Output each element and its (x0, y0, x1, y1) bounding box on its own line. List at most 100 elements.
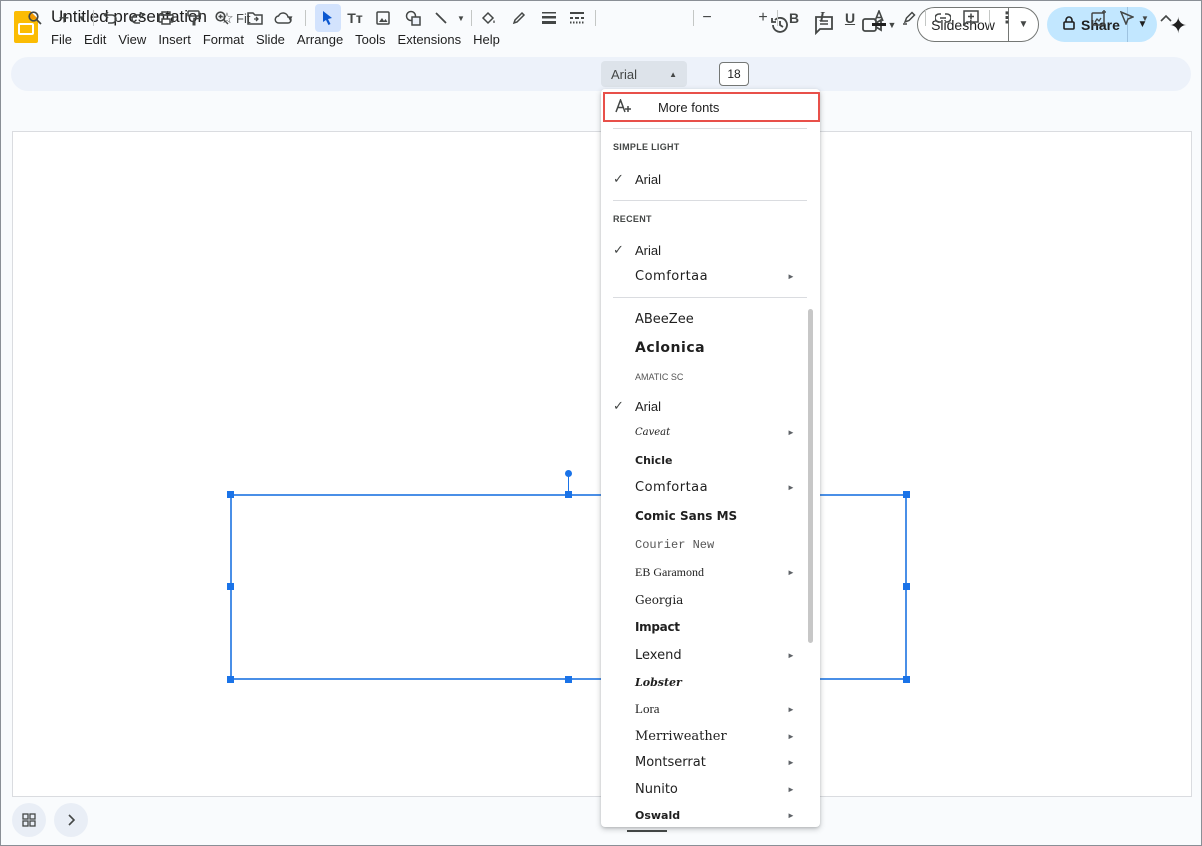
resize-handle-top[interactable] (565, 491, 572, 498)
font-item-label: Lobster (635, 675, 682, 689)
collapse-toolbar-icon[interactable] (1157, 6, 1175, 30)
font-item-amatic-sc[interactable]: Amatic SC (601, 364, 807, 390)
menu-edit[interactable]: Edit (78, 31, 112, 48)
font-item-aclonica[interactable]: Aclonica (601, 335, 807, 361)
font-item-label: Merriweather (635, 728, 727, 744)
menu-slide[interactable]: Slide (250, 31, 291, 48)
font-item-label: Arial (635, 398, 662, 414)
font-list-scrollbar[interactable] (808, 309, 813, 643)
add-comment-icon[interactable] (961, 6, 981, 30)
shape-icon[interactable] (403, 6, 423, 30)
submenu-arrow-icon: ► (787, 482, 795, 492)
zoom-dropdown-icon: ▼ (286, 13, 294, 23)
section-heading-recent: RECENT (613, 214, 652, 224)
font-item-lora[interactable]: Lora ► (601, 696, 807, 722)
highlight-color-icon[interactable] (899, 6, 919, 30)
italic-icon[interactable]: I (813, 6, 831, 30)
font-item-label: Comfortaa (635, 268, 709, 284)
more-options-icon[interactable]: ⋮ (997, 6, 1017, 30)
font-item-montserrat[interactable]: Montserrat ► (601, 749, 807, 775)
select-tool-icon[interactable] (315, 4, 341, 32)
border-dash-icon[interactable] (567, 6, 587, 30)
rotation-handle[interactable] (565, 470, 572, 477)
increase-font-size-icon[interactable]: + (755, 6, 771, 30)
border-weight-icon[interactable] (539, 6, 559, 30)
line-dropdown-icon[interactable]: ▼ (455, 6, 467, 30)
insert-link-icon[interactable] (933, 6, 953, 30)
insert-image-icon[interactable] (373, 6, 393, 30)
font-item-chicle[interactable]: Chicle (601, 447, 807, 473)
zoom-icon[interactable] (213, 6, 231, 30)
menu-view[interactable]: View (112, 31, 152, 48)
font-item-nunito[interactable]: Nunito ► (601, 776, 807, 802)
zoom-value: Fit (236, 10, 251, 26)
grid-view-button[interactable] (12, 803, 46, 837)
menu-file[interactable]: File (45, 31, 78, 48)
scroll-indicator (627, 830, 667, 832)
resize-handle-right[interactable] (903, 583, 910, 590)
underline-icon[interactable]: U (841, 6, 859, 30)
new-slide-layout-dropdown-icon[interactable]: ▼ (75, 6, 89, 30)
resize-handle-bottom[interactable] (565, 676, 572, 683)
menu-divider (613, 128, 807, 129)
new-slide-icon[interactable]: + (55, 6, 73, 30)
resize-handle-left[interactable] (227, 583, 234, 590)
redo-icon[interactable] (129, 6, 147, 30)
fill-color-icon[interactable] (479, 6, 499, 30)
font-item-arial[interactable]: ✓ Arial (601, 393, 807, 419)
menu-tools[interactable]: Tools (349, 31, 391, 48)
resize-handle-bottom-left[interactable] (227, 676, 234, 683)
check-icon: ✓ (613, 242, 624, 257)
font-item-oswald[interactable]: Oswald ► (601, 802, 807, 827)
submenu-arrow-icon: ► (787, 427, 795, 437)
font-item-label: Lora (635, 701, 660, 716)
resize-handle-top-left[interactable] (227, 491, 234, 498)
font-item-impact[interactable]: Impact (601, 614, 807, 640)
section-heading-theme: SIMPLE LIGHT (613, 142, 680, 152)
decrease-font-size-icon[interactable]: − (699, 6, 715, 30)
font-item-eb-garamond[interactable]: EB Garamond ► (601, 559, 807, 585)
font-item-recent-arial[interactable]: ✓ Arial (601, 237, 807, 263)
font-item-lexend[interactable]: Lexend ► (601, 642, 807, 668)
font-item-abeezee[interactable]: ABeeZee (601, 306, 807, 332)
font-select[interactable]: Arial ▲ (601, 61, 687, 87)
text-box-icon[interactable]: Tт (345, 6, 365, 30)
resize-handle-top-right[interactable] (903, 491, 910, 498)
font-item-merriweather[interactable]: Merriweather ► (601, 723, 807, 749)
menu-insert[interactable]: Insert (152, 31, 197, 48)
menu-arrange[interactable]: Arrange (291, 31, 349, 48)
resize-handle-bottom-right[interactable] (903, 676, 910, 683)
font-item-georgia[interactable]: Georgia (601, 587, 807, 613)
font-item-recent-comfortaa[interactable]: Comfortaa ► (601, 263, 807, 289)
font-item-label: Oswald (635, 808, 681, 822)
border-color-icon[interactable] (509, 6, 529, 30)
font-item-comfortaa[interactable]: Comfortaa ► (601, 474, 807, 500)
font-select-arrow-icon: ▲ (669, 69, 677, 79)
font-item-caveat[interactable]: Caveat ► (601, 419, 807, 445)
zoom-select[interactable]: Fit ▼ (236, 6, 294, 30)
bold-icon[interactable]: B (785, 6, 803, 30)
undo-icon[interactable] (101, 6, 119, 30)
menu-extensions[interactable]: Extensions (392, 31, 468, 48)
print-icon[interactable] (157, 6, 175, 30)
paint-format-icon[interactable] (185, 6, 203, 30)
menu-help[interactable]: Help (467, 31, 506, 48)
font-item-theme-arial[interactable]: ✓ Arial (601, 166, 807, 192)
text-color-icon[interactable] (869, 6, 889, 30)
font-item-comic-sans-ms[interactable]: Comic Sans MS (601, 503, 807, 529)
font-item-label: Nunito (635, 781, 678, 797)
menu-format[interactable]: Format (197, 31, 250, 48)
select-mode-icon[interactable] (1117, 6, 1137, 30)
select-mode-dropdown-icon[interactable]: ▼ (1139, 6, 1151, 30)
font-size-input[interactable]: 18 (719, 62, 749, 86)
animation-icon[interactable] (1089, 6, 1109, 30)
font-item-label: Amatic SC (635, 372, 684, 382)
show-filmstrip-button[interactable] (54, 803, 88, 837)
font-item-lobster[interactable]: Lobster (601, 669, 807, 695)
font-item-label: ABeeZee (635, 311, 694, 327)
font-item-courier-new[interactable]: Courier New (601, 532, 807, 558)
search-menus-icon[interactable] (25, 6, 45, 30)
line-icon[interactable] (431, 6, 451, 30)
more-fonts-menu-item[interactable]: More fonts (603, 92, 820, 122)
font-item-label: Chicle (635, 453, 673, 467)
